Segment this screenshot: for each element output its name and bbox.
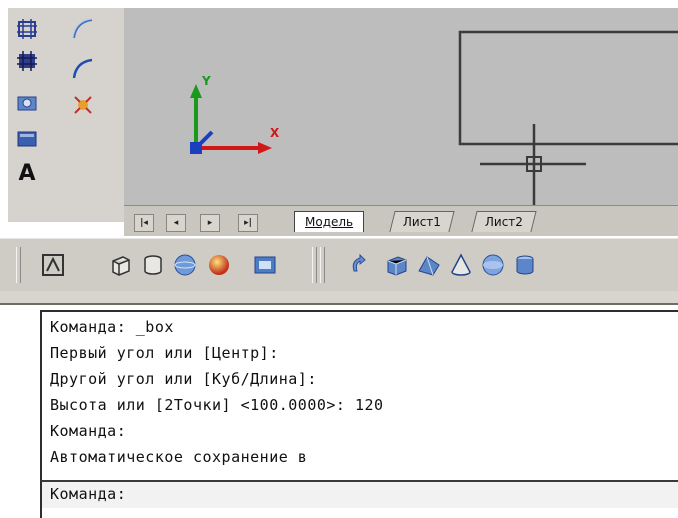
render-icon[interactable] [38, 250, 68, 280]
tab-layout2[interactable]: Лист2 [471, 211, 537, 232]
box-solid-icon[interactable] [382, 250, 412, 280]
left-tool-palette: A [8, 8, 69, 222]
explode-icon[interactable] [70, 92, 96, 118]
sphere-icon[interactable] [170, 250, 200, 280]
command-input-line[interactable]: Команда: [40, 480, 678, 508]
ucs-y-label: Y [202, 74, 211, 88]
prev-tab-icon[interactable]: ◂ [166, 214, 186, 232]
command-prompt: Команда: [50, 485, 127, 503]
cylinder-icon[interactable] [138, 250, 168, 280]
history-line: Первый угол или [Центр]: [50, 344, 279, 362]
sphere-solid-icon[interactable] [478, 250, 508, 280]
drawing-viewport[interactable]: Y X [124, 8, 678, 208]
history-line: Автоматическое сохранение в [50, 448, 308, 466]
history-line: Другой угол или [Куб/Длина]: [50, 370, 317, 388]
camera-view-icon[interactable] [250, 250, 280, 280]
arc-icon[interactable] [70, 16, 96, 42]
command-window-splitter[interactable] [0, 291, 678, 305]
ucs-axes-icon [190, 84, 272, 154]
material-icon[interactable] [204, 250, 234, 280]
cone-icon[interactable] [446, 250, 476, 280]
cylinder-solid-icon[interactable] [510, 250, 540, 280]
rectangle-select-icon[interactable] [14, 16, 40, 42]
history-line: Команда: _box [50, 318, 174, 336]
camera-icon[interactable] [14, 90, 40, 116]
toolbar-grip-3[interactable] [320, 247, 325, 283]
history-line: Команда: [50, 422, 127, 440]
modeling-toolbar [0, 238, 678, 292]
table-icon[interactable] [14, 126, 40, 152]
box-icon[interactable] [106, 250, 136, 280]
layout-tab-bar: |◂ ◂ ▸ ▸| Модель Лист1 Лист2 [124, 205, 678, 236]
arc-blue-icon[interactable] [70, 56, 96, 82]
wedge-icon[interactable] [414, 250, 444, 280]
rotate-icon[interactable] [344, 250, 374, 280]
crosshair-cursor [480, 124, 586, 208]
drawn-rectangle [458, 30, 678, 146]
tab-model[interactable]: Модель [294, 211, 365, 232]
first-tab-icon[interactable]: |◂ [134, 214, 154, 232]
toolbar-grip-2[interactable] [312, 247, 317, 283]
last-tab-icon[interactable]: ▸| [238, 214, 258, 232]
text-icon[interactable]: A [14, 160, 40, 186]
history-line: Высота или [2Точки] <100.0000>: 120 [50, 396, 384, 414]
toolbar-grip[interactable] [16, 247, 21, 283]
next-tab-icon[interactable]: ▸ [200, 214, 220, 232]
draw-tool-palette [62, 8, 125, 222]
ucs-x-label: X [270, 126, 280, 140]
tab-layout1[interactable]: Лист1 [389, 211, 455, 232]
rectangle-fill-icon[interactable] [14, 48, 40, 74]
